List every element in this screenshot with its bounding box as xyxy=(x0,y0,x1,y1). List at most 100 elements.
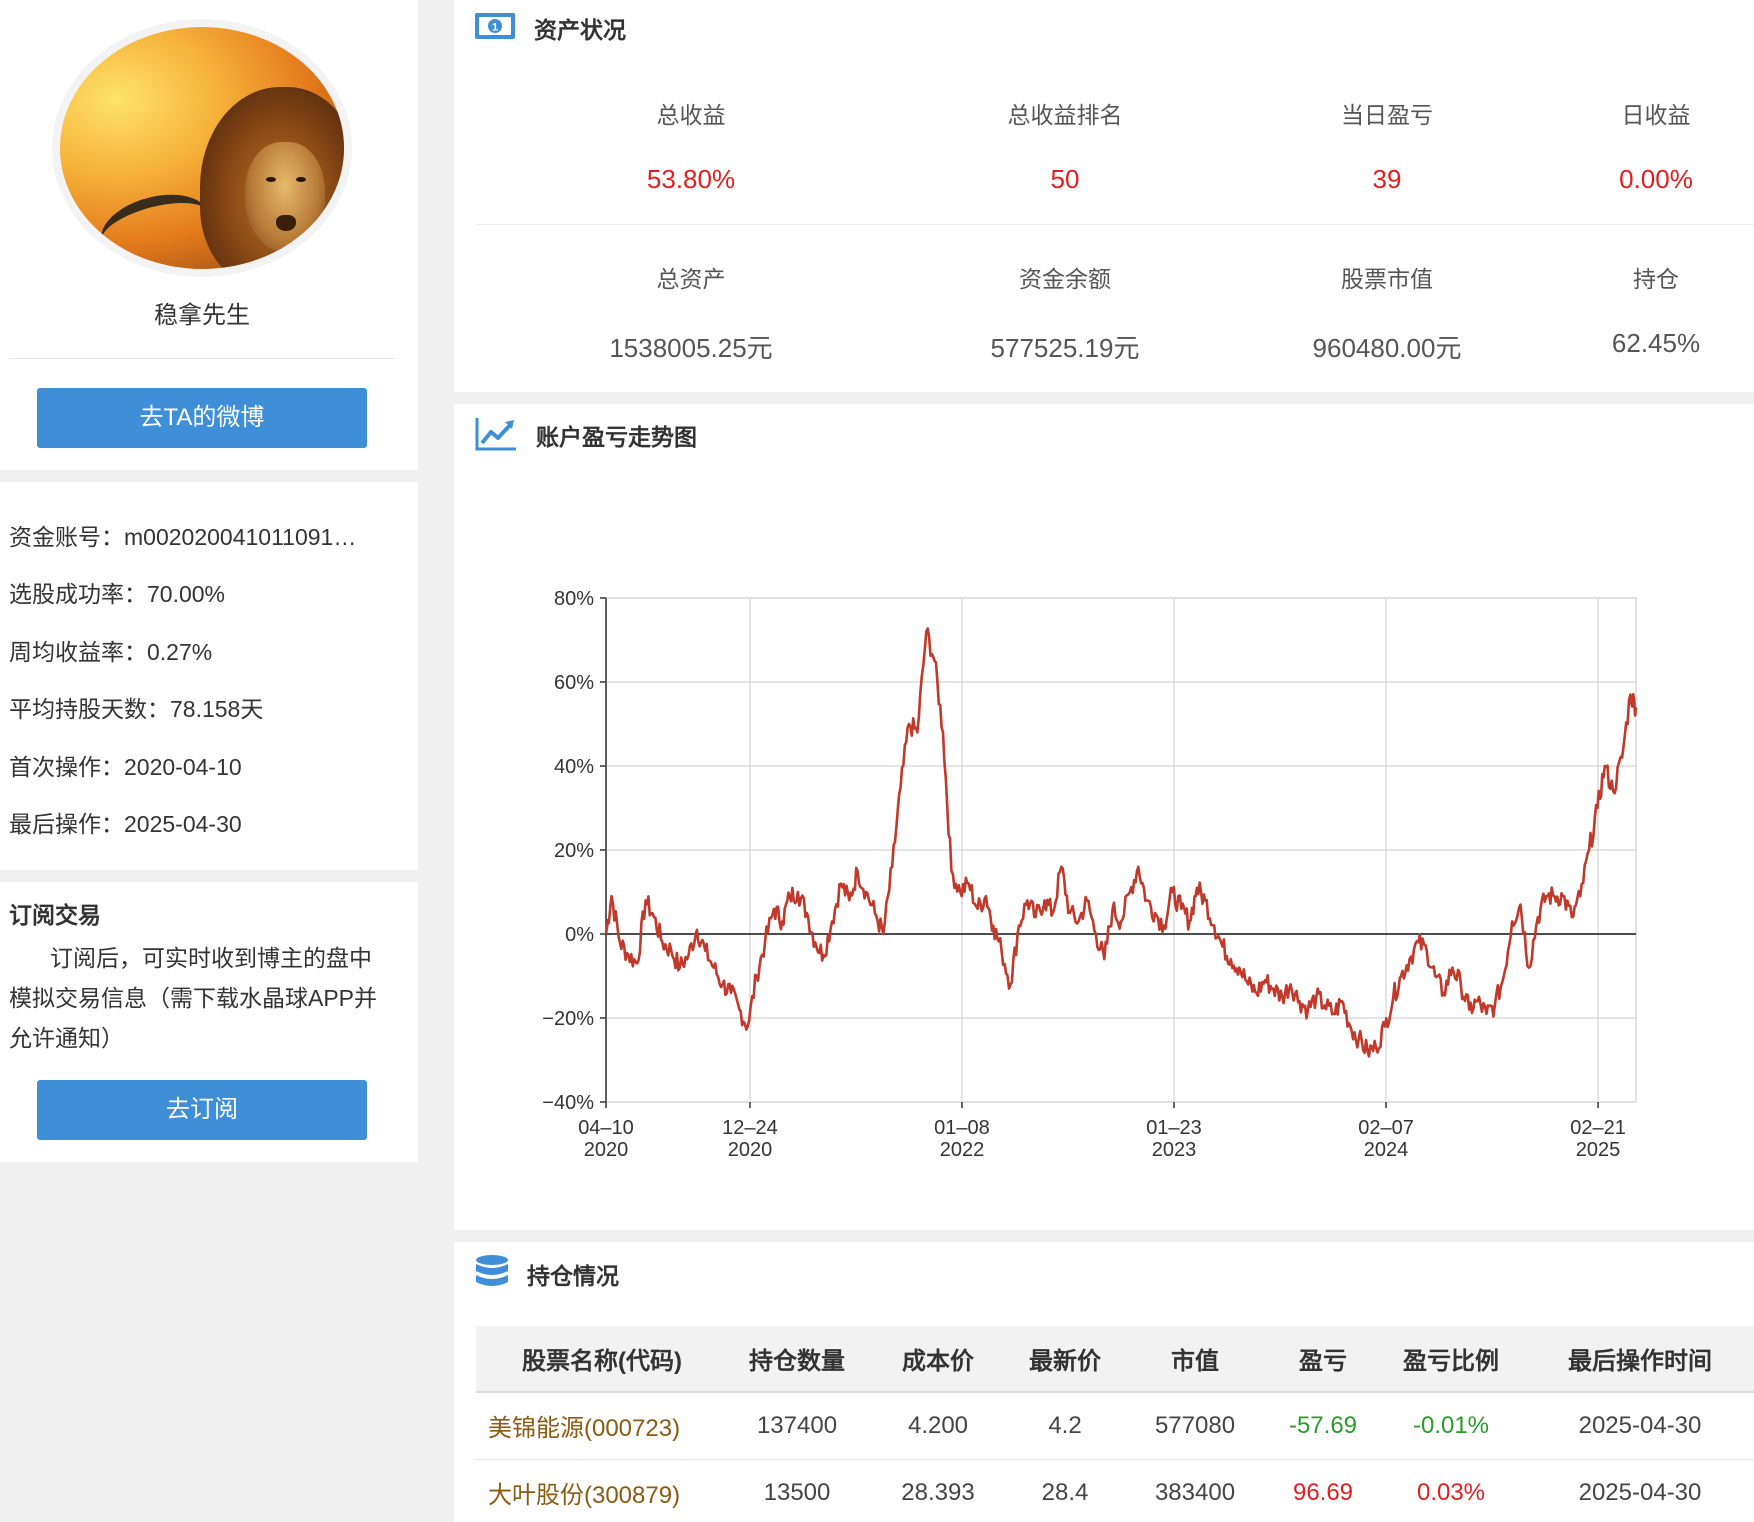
metric-stock-value: 股票市值 960480.00元 xyxy=(1257,260,1517,365)
y-tick-label: −20% xyxy=(542,1008,594,1030)
stats-card: 资金账号：m002020041011091… 选股成功率：70.00% 周均收益… xyxy=(0,482,418,870)
stat-success-rate: 选股成功率：70.00% xyxy=(9,581,226,607)
holdings-title: 持仓情况 xyxy=(527,1263,619,1289)
table-cell: 13500 xyxy=(728,1459,866,1522)
weibo-button[interactable]: 去TA的微博 xyxy=(37,388,367,448)
y-tick-label: 40% xyxy=(554,756,594,778)
table-cell-pnl-ratio: 0.03% xyxy=(1376,1459,1526,1522)
y-tick-label: 0% xyxy=(565,924,594,946)
metric-value: 960480.00元 xyxy=(1312,333,1462,363)
x-tick-label-year: 2024 xyxy=(1364,1139,1409,1161)
subscribe-title: 订阅交易 xyxy=(9,902,101,928)
metric-value: 53.80% xyxy=(646,164,736,194)
metric-label: 股票市值 xyxy=(1341,266,1433,292)
avatar xyxy=(52,19,352,277)
table-cell-pnl-ratio: -0.01% xyxy=(1376,1392,1526,1460)
x-tick-label-year: 2020 xyxy=(728,1139,773,1161)
metric-total-return: 总收益 53.80% xyxy=(561,96,821,195)
x-tick-label-year: 2025 xyxy=(1576,1139,1621,1161)
metric-label: 当日盈亏 xyxy=(1341,102,1433,128)
column-header[interactable]: 成本价 xyxy=(866,1326,1010,1393)
x-tick-label-year: 2022 xyxy=(940,1139,985,1161)
x-tick-label-year: 2023 xyxy=(1152,1139,1197,1161)
metric-label: 总收益排名 xyxy=(1007,102,1123,128)
table-cell: 137400 xyxy=(728,1392,866,1460)
svg-text:1: 1 xyxy=(492,22,498,34)
metric-total-return-rank: 总收益排名 50 xyxy=(935,96,1195,195)
table-cell: 28.393 xyxy=(866,1459,1010,1522)
table-cell-pnl: 96.69 xyxy=(1270,1459,1376,1522)
column-header[interactable]: 市值 xyxy=(1120,1326,1270,1393)
table-cell: 28.4 xyxy=(1010,1459,1120,1522)
x-tick-label-year: 2020 xyxy=(584,1139,629,1161)
table-cell: 2025-04-30 xyxy=(1526,1459,1754,1522)
metric-cash-balance: 资金余额 577525.19元 xyxy=(935,260,1195,365)
metric-label: 日收益 xyxy=(1621,102,1691,128)
table-cell: 4.2 xyxy=(1010,1392,1120,1460)
metric-value: 39 xyxy=(1372,164,1402,194)
x-tick-label: 01–08 xyxy=(934,1117,990,1139)
money-icon: 1 xyxy=(475,13,515,39)
metric-daily-pnl: 当日盈亏 39 xyxy=(1257,96,1517,195)
x-tick-label: 02–21 xyxy=(1570,1117,1626,1139)
column-header[interactable]: 股票名称(代码) xyxy=(476,1326,728,1393)
nickname: 稳拿先生 xyxy=(154,302,250,329)
x-tick-label: 04–10 xyxy=(578,1117,634,1139)
stat-weekly-return: 周均收益率：0.27% xyxy=(9,639,213,665)
avatar-lion-face xyxy=(245,142,325,252)
divider xyxy=(9,358,395,359)
table-row: 大叶股份(300879) 13500 28.393 28.4 383400 96… xyxy=(476,1459,1754,1522)
column-header[interactable]: 盈亏比例 xyxy=(1376,1326,1526,1393)
metric-label: 总资产 xyxy=(656,266,726,292)
metric-label: 总收益 xyxy=(656,102,726,128)
table-cell: 4.200 xyxy=(866,1392,1010,1460)
pnl-chart-card: 账户盈亏走势图 80% 60% 40% 20% 0% −20% −40% 04–10 2020 1… xyxy=(454,404,1754,1230)
table-row: 美锦能源(000723) 137400 4.200 4.2 577080 -57… xyxy=(476,1392,1754,1460)
holdings-table: 股票名称(代码) 持仓数量 成本价 最新价 市值 盈亏 盈亏比例 最后操作时间 … xyxy=(476,1326,1754,1522)
stat-first-operation: 首次操作：2020-04-10 xyxy=(9,754,242,780)
metric-value: 0.00% xyxy=(1619,164,1693,194)
avatar-lion-eye xyxy=(296,177,306,182)
y-tick-label: −40% xyxy=(542,1092,594,1114)
database-icon xyxy=(476,1255,508,1286)
stat-avg-holding-days: 平均持股天数：78.158天 xyxy=(9,696,264,722)
stat-account-id: 资金账号：m002020041011091… xyxy=(9,524,357,550)
x-tick-label: 01–23 xyxy=(1146,1117,1202,1139)
subscribe-description: 订阅后，可实时收到博主的盘中模拟交易信息（需下载水晶球APP并允许通知） xyxy=(9,945,378,1051)
avatar-lion-eye xyxy=(266,177,276,182)
metric-label: 持仓 xyxy=(1633,266,1679,292)
x-tick-label: 02–07 xyxy=(1358,1117,1414,1139)
table-cell-pnl: -57.69 xyxy=(1270,1392,1376,1460)
metric-daily-return: 日收益 0.00% xyxy=(1526,96,1754,195)
column-header[interactable]: 盈亏 xyxy=(1270,1326,1376,1393)
metric-value: 62.45% xyxy=(1611,328,1701,358)
table-cell: 383400 xyxy=(1120,1459,1270,1522)
series-line xyxy=(604,627,1638,1058)
profile-card: 稳拿先生 去TA的微博 xyxy=(0,0,418,470)
pnl-trend-chart: 80%60%40%20%0%−20%−40%04–10202012–242020… xyxy=(542,588,1638,1161)
avatar-lion-nose xyxy=(276,215,296,231)
avatar-brush-stroke xyxy=(94,183,216,269)
divider xyxy=(476,224,1754,225)
metric-position-ratio: 持仓 62.45% xyxy=(1526,260,1754,359)
metric-total-assets: 总资产 1538005.25元 xyxy=(561,260,821,365)
metric-value: 577525.19元 xyxy=(990,333,1140,363)
table-cell: 577080 xyxy=(1120,1392,1270,1460)
y-tick-label: 60% xyxy=(554,672,594,694)
stat-last-operation: 最后操作：2025-04-30 xyxy=(9,811,242,837)
holdings-card: 持仓情况 股票名称(代码) 持仓数量 成本价 最新价 市值 盈亏 盈亏比例 最后… xyxy=(454,1242,1754,1522)
table-cell: 2025-04-30 xyxy=(1526,1392,1754,1460)
metric-value: 50 xyxy=(1050,164,1080,194)
metric-label: 资金余额 xyxy=(1019,266,1111,292)
asset-status-title: 资产状况 xyxy=(534,17,626,43)
stock-name-link[interactable]: 美锦能源(000723) xyxy=(476,1392,728,1460)
subscribe-button[interactable]: 去订阅 xyxy=(37,1080,367,1140)
stock-name-link[interactable]: 大叶股份(300879) xyxy=(476,1459,728,1522)
metric-value: 1538005.25元 xyxy=(609,333,773,363)
column-header[interactable]: 最新价 xyxy=(1010,1326,1120,1393)
column-header[interactable]: 最后操作时间 xyxy=(1526,1326,1754,1393)
column-header[interactable]: 持仓数量 xyxy=(728,1326,866,1393)
asset-status-card: 1 资产状况 总收益 53.80% 总收益排名 50 当日盈亏 39 日收益 0… xyxy=(454,0,1754,392)
y-tick-label: 20% xyxy=(554,840,594,862)
subscribe-card: 订阅交易 订阅后，可实时收到博主的盘中模拟交易信息（需下载水晶球APP并允许通知… xyxy=(0,882,418,1162)
